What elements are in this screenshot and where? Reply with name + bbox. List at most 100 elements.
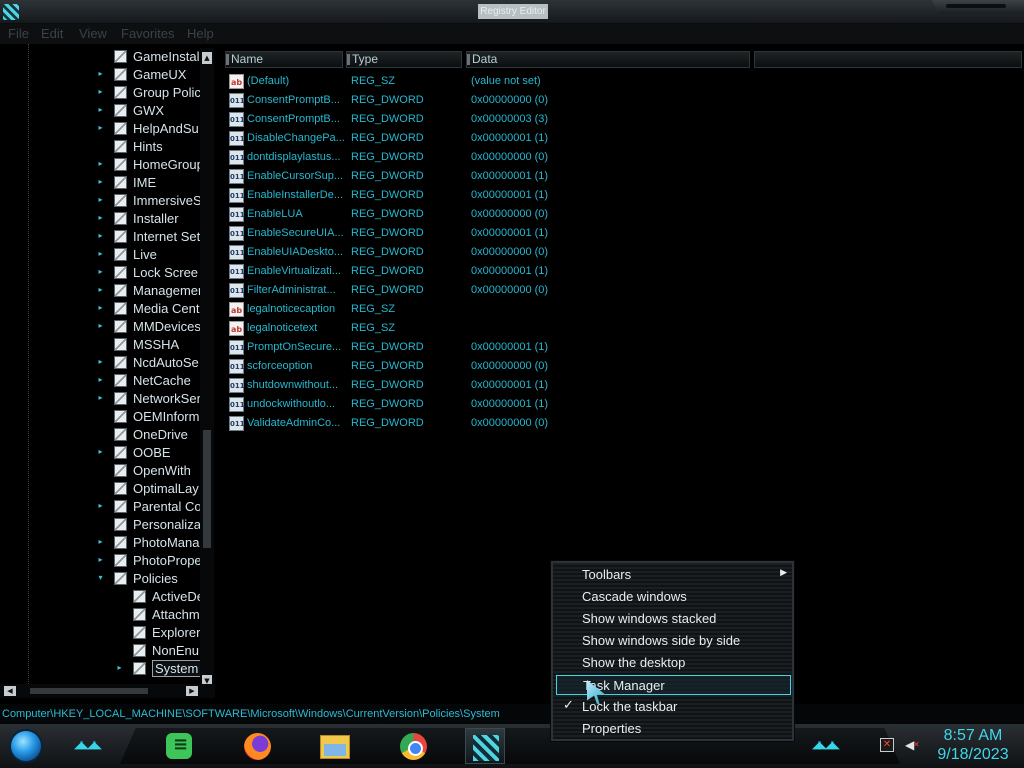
tree-item[interactable]: ▸ IME [0, 174, 200, 192]
scroll-up-arrow-icon[interactable]: ▲ [202, 52, 212, 64]
tree-item[interactable]: ▸ PhotoPrope [0, 552, 201, 570]
tree-item[interactable]: NonEnu [0, 642, 200, 660]
tree-scroll-thumb[interactable] [203, 430, 211, 548]
tree-item[interactable]: ▸ HomeGroup [0, 156, 203, 174]
value-row[interactable]: 011 DisableChangePa... REG_DWORD 0x00000001… [222, 129, 782, 148]
tree-item[interactable]: Hints [0, 138, 200, 156]
collapse-arrow-icon[interactable]: ▾ [96, 573, 105, 582]
expand-arrow-icon[interactable]: ▸ [96, 177, 105, 186]
taskbar[interactable]: ◢◣◢◣ ◢◣◢◣ ✕ ◀ 8:57 AM 9/18/2023 [0, 724, 1024, 768]
value-row[interactable]: 011 EnableUIADeskto... REG_DWORD 0x00000000… [222, 243, 782, 262]
expand-arrow-icon[interactable]: ▸ [96, 303, 105, 312]
value-row[interactable]: 011 ConsentPromptB... REG_DWORD 0x00000003 … [222, 110, 782, 129]
expand-arrow-icon[interactable]: ▸ [96, 501, 105, 510]
tree-item[interactable]: ▸ NetworkSer [0, 390, 200, 408]
expand-arrow-icon[interactable]: ▸ [96, 537, 105, 546]
tree-item[interactable]: GameInstal [0, 48, 200, 66]
tree-item[interactable]: ▸ Managemer [0, 282, 202, 300]
tree-item[interactable]: ▸ Lock Scree [0, 264, 200, 282]
tree-item[interactable]: OpenWith [0, 462, 200, 480]
expand-arrow-icon[interactable]: ▸ [96, 555, 105, 564]
expand-arrow-icon[interactable]: ▸ [96, 447, 105, 456]
tree-item[interactable]: ▸ HelpAndSu [0, 120, 200, 138]
registry-tree[interactable]: GameInstal ▸ GameUX ▸ Group Polic ▸ GWX ▸ HelpAn… [0, 44, 215, 704]
expand-arrow-icon[interactable]: ▸ [96, 87, 105, 96]
menu-file[interactable]: File [8, 26, 29, 41]
value-row[interactable]: 011 FilterAdministrat... REG_DWORD 0x000000… [222, 281, 782, 300]
value-row[interactable]: 011 EnableCursorSup... REG_DWORD 0x00000001… [222, 167, 782, 186]
tree-item[interactable]: ▸ GameUX [0, 66, 200, 84]
tree-vertical-scrollbar[interactable]: ▲ ▼ [200, 48, 214, 687]
column-header-name[interactable]: Name [225, 51, 343, 68]
tree-item[interactable]: Attachm [0, 606, 200, 624]
column-header-data[interactable]: Data [466, 51, 750, 68]
expand-arrow-icon[interactable]: ▸ [96, 195, 105, 204]
context-menu-item[interactable]: Properties [556, 719, 791, 739]
tree-item[interactable]: ▾ Policies [0, 570, 200, 588]
action-center-flag-icon[interactable]: ✕ [880, 738, 894, 752]
start-button[interactable] [9, 729, 43, 763]
tree-item[interactable]: ▸ NcdAutoSe [0, 354, 200, 372]
tree-item[interactable]: ▸ OOBE [0, 444, 200, 462]
taskbar-file-explorer-button[interactable] [315, 728, 355, 764]
value-row[interactable]: 011 dontdisplaylastus... REG_DWORD 0x000000… [222, 148, 782, 167]
value-row[interactable]: 011 scforceoption REG_DWORD 0x00000000 (0) [222, 357, 782, 376]
expand-arrow-icon[interactable]: ▸ [115, 663, 124, 672]
tree-item[interactable]: ▸ MMDevices [0, 318, 200, 336]
tree-item[interactable]: OptimalLay [0, 480, 200, 498]
volume-muted-icon[interactable]: ◀ [905, 738, 921, 752]
tree-item[interactable]: OEMInform [0, 408, 200, 426]
context-menu-item[interactable]: Cascade windows [556, 587, 791, 607]
value-row[interactable]: 011 ValidateAdminCo... REG_DWORD 0x00000000… [222, 414, 782, 433]
expand-arrow-icon[interactable]: ▸ [96, 105, 105, 114]
taskbar-registry-editor-button[interactable] [465, 728, 505, 764]
tree-item[interactable]: Explorer [0, 624, 200, 642]
expand-arrow-icon[interactable]: ▸ [96, 393, 105, 402]
tree-item[interactable]: ▸ Live [0, 246, 200, 264]
menu-favorites[interactable]: Favorites [121, 26, 174, 41]
menu-help[interactable]: Help [187, 26, 214, 41]
value-row[interactable]: 011 EnableInstallerDe... REG_DWORD 0x000000… [222, 186, 782, 205]
value-row[interactable]: 011 EnableSecureUIA... REG_DWORD 0x00000001… [222, 224, 782, 243]
tree-hscroll-thumb[interactable] [30, 688, 148, 694]
taskbar-chrome-button[interactable] [394, 728, 434, 764]
tree-item[interactable]: Personaliza [0, 516, 201, 534]
value-row[interactable]: ab legalnoticecaption REG_SZ [222, 300, 782, 319]
tree-item[interactable]: ▸ Internet Set [0, 228, 200, 246]
scroll-left-arrow-icon[interactable]: ◀ [4, 686, 16, 696]
expand-arrow-icon[interactable]: ▸ [96, 123, 105, 132]
value-row[interactable]: 011 PromptOnSecure... REG_DWORD 0x00000001 … [222, 338, 782, 357]
expand-arrow-icon[interactable]: ▸ [96, 249, 105, 258]
tree-horizontal-scrollbar[interactable]: ◀ ▶ [0, 684, 215, 698]
expand-arrow-icon[interactable]: ▸ [96, 213, 105, 222]
tree-item[interactable]: ▸ Parental Co [0, 498, 201, 516]
tree-item[interactable]: ▸ GWX [0, 102, 200, 120]
expand-arrow-icon[interactable]: ▸ [96, 231, 105, 240]
value-row[interactable]: ab (Default) REG_SZ (value not set) [222, 72, 782, 91]
context-menu-item[interactable]: Show the desktop [556, 653, 791, 673]
value-row[interactable]: 011 undockwithoutlo... REG_DWORD 0x00000001… [222, 395, 782, 414]
clock-date[interactable]: 9/18/2023 [930, 746, 1016, 764]
value-row[interactable]: 011 shutdownwithout... REG_DWORD 0x00000001… [222, 376, 782, 395]
context-menu-item[interactable]: Toolbars ▶ [556, 565, 791, 585]
title-bar[interactable]: Registry Editor [0, 0, 1024, 24]
tree-item[interactable]: ActiveDe [0, 588, 204, 606]
column-header-type[interactable]: Type [346, 51, 462, 68]
clock-time[interactable]: 8:57 AM [930, 727, 1016, 745]
context-menu-item[interactable]: Show windows side by side [556, 631, 791, 651]
context-menu-item[interactable]: Show windows stacked [556, 609, 791, 629]
tree-item[interactable]: MSSHA [0, 336, 200, 354]
menu-view[interactable]: View [79, 26, 107, 41]
menu-edit[interactable]: Edit [41, 26, 63, 41]
expand-arrow-icon[interactable]: ▸ [96, 321, 105, 330]
tree-item[interactable]: ▸ Media Cent [0, 300, 200, 318]
tree-item[interactable]: ▸ NetCache [0, 372, 200, 390]
tree-item[interactable]: ▸ System [0, 660, 202, 678]
tree-item[interactable]: OneDrive [0, 426, 200, 444]
expand-arrow-icon[interactable]: ▸ [96, 159, 105, 168]
context-menu-item[interactable]: ✓ Lock the taskbar [556, 697, 791, 717]
tree-item[interactable]: ▸ Installer [0, 210, 200, 228]
expand-arrow-icon[interactable]: ▸ [96, 69, 105, 78]
expand-arrow-icon[interactable]: ▸ [96, 357, 105, 366]
tree-item[interactable]: ▸ ImmersiveS [0, 192, 201, 210]
